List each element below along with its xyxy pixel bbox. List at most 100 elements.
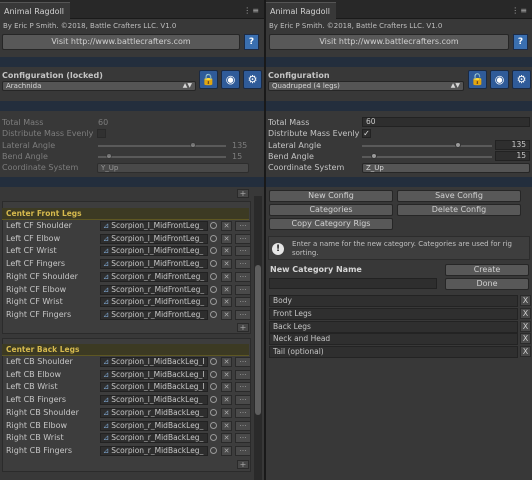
save-config-button[interactable]: Save Config [397, 190, 521, 202]
total-mass-field[interactable]: 60 [362, 117, 530, 127]
remove-category-button[interactable]: X [520, 346, 531, 358]
clear-bone-button[interactable]: ✕ [221, 433, 232, 444]
more-options-button[interactable]: … [235, 284, 251, 295]
bone-object-field[interactable]: ⊿ Scorpion_l_MidFrontLeg_ [100, 246, 208, 257]
more-options-button[interactable]: … [235, 246, 251, 257]
target-icon[interactable] [210, 222, 217, 229]
more-options-button[interactable]: … [235, 357, 251, 367]
target-icon[interactable] [210, 408, 217, 416]
remove-category-button[interactable]: X [520, 333, 531, 345]
configuration-dropdown[interactable]: Arachnida ▲▼ [2, 81, 196, 91]
clear-bone-button[interactable]: ✕ [221, 369, 232, 380]
bone-object-field[interactable]: ⊿ Scorpion_l_MidBackLeg_ [100, 395, 208, 406]
bone-object-field[interactable]: ⊿ Scorpion_r_MidFrontLeg_ [100, 297, 208, 308]
clear-bone-button[interactable]: ✕ [221, 246, 232, 257]
target-icon[interactable] [210, 383, 217, 391]
scrollbar-thumb[interactable] [255, 265, 261, 415]
more-options-button[interactable]: … [235, 221, 251, 231]
new-config-button[interactable]: New Config [269, 190, 393, 202]
add-group-button[interactable]: + [237, 189, 249, 198]
visit-website-button[interactable]: Visit http://www.battlecrafters.com [269, 34, 509, 50]
more-options-button[interactable]: … [235, 369, 251, 380]
create-button[interactable]: Create [445, 264, 529, 276]
more-options-button[interactable]: … [235, 407, 251, 418]
bone-object-field[interactable]: ⊿ Scorpion_l_MidFrontLeg_ [100, 233, 208, 244]
globe-button[interactable]: ◉ [221, 70, 240, 89]
configuration-dropdown[interactable]: Quadruped (4 legs) ▲▼ [268, 81, 464, 91]
target-icon[interactable] [210, 298, 217, 306]
clear-bone-button[interactable]: ✕ [221, 259, 232, 270]
clear-bone-button[interactable]: ✕ [221, 357, 232, 367]
bone-object-field[interactable]: ⊿ Scorpion_r_MidFrontLeg_ [100, 284, 208, 295]
category-item[interactable]: Back Legs [269, 320, 518, 333]
more-options-button[interactable]: … [235, 259, 251, 270]
target-icon[interactable] [210, 446, 217, 454]
clear-bone-button[interactable]: ✕ [221, 271, 232, 282]
help-button[interactable]: ? [244, 34, 259, 50]
category-item[interactable]: Tail (optional) [269, 346, 518, 359]
bone-object-field[interactable]: ⊿ Scorpion_r_MidFrontLeg_ [100, 271, 208, 282]
more-options-button[interactable]: … [235, 309, 251, 320]
target-icon[interactable] [210, 434, 217, 442]
bone-object-field[interactable]: ⊿ Scorpion_r_MidBackLeg_ [100, 407, 208, 418]
target-icon[interactable] [210, 247, 217, 255]
clear-bone-button[interactable]: ✕ [221, 445, 232, 456]
more-options-button[interactable]: … [235, 382, 251, 393]
target-icon[interactable] [210, 285, 217, 293]
lateral-angle-slider[interactable] [455, 142, 461, 148]
window-tab[interactable]: Animal Ragdoll [266, 2, 337, 19]
clear-bone-button[interactable]: ✕ [221, 284, 232, 295]
new-category-input[interactable] [269, 278, 437, 289]
settings-button[interactable]: ⚙ [512, 70, 531, 89]
distribute-mass-checkbox[interactable] [97, 129, 106, 138]
target-icon[interactable] [210, 310, 217, 318]
target-icon[interactable] [210, 272, 217, 280]
more-options-button[interactable]: … [235, 297, 251, 308]
bone-object-field[interactable]: ⊿ Scorpion_l_MidFrontLeg_ [100, 259, 208, 270]
coordinate-system-dropdown[interactable]: Y_Up [97, 163, 249, 173]
clear-bone-button[interactable]: ✕ [221, 221, 232, 231]
target-icon[interactable] [210, 234, 217, 242]
target-icon[interactable] [210, 260, 217, 268]
bone-object-field[interactable]: ⊿ Scorpion_r_MidBackLeg_ [100, 420, 208, 431]
category-item[interactable]: Body [269, 295, 518, 307]
bone-object-field[interactable]: ⊿ Scorpion_r_MidFrontLeg_ [100, 309, 208, 320]
remove-category-button[interactable]: X [520, 307, 531, 319]
coordinate-system-dropdown[interactable]: Z_Up [362, 163, 530, 173]
more-options-button[interactable]: … [235, 233, 251, 244]
more-options-button[interactable]: … [235, 420, 251, 431]
clear-bone-button[interactable]: ✕ [221, 309, 232, 320]
remove-category-button[interactable]: X [520, 320, 531, 332]
bend-angle-slider[interactable] [106, 153, 112, 159]
target-icon[interactable] [210, 421, 217, 429]
bone-object-field[interactable]: ⊿ Scorpion_l_MidBackLeg_I [100, 369, 208, 380]
done-button[interactable]: Done [445, 278, 529, 290]
bone-object-field[interactable]: ⊿ Scorpion_l_MidFrontLeg_ [100, 221, 208, 231]
more-options-button[interactable]: … [235, 445, 251, 456]
target-icon[interactable] [210, 396, 217, 404]
clear-bone-button[interactable]: ✕ [221, 420, 232, 431]
remove-category-button[interactable]: X [520, 295, 531, 306]
target-icon[interactable] [210, 358, 217, 365]
bend-angle-field[interactable]: 15 [495, 151, 530, 161]
lateral-angle-field[interactable]: 135 [495, 140, 530, 150]
lateral-angle-slider[interactable] [190, 142, 196, 148]
add-bone-button[interactable]: + [237, 460, 249, 469]
window-menu-icon[interactable]: ⋮≡ [243, 6, 260, 15]
distribute-mass-checkbox[interactable]: ✓ [362, 129, 371, 138]
category-item[interactable]: Neck and Head [269, 333, 518, 346]
visit-website-button[interactable]: Visit http://www.battlecrafters.com [2, 34, 240, 50]
categories-button[interactable]: Categories [269, 204, 393, 216]
clear-bone-button[interactable]: ✕ [221, 233, 232, 244]
window-menu-icon[interactable]: ⋮≡ [511, 6, 528, 15]
settings-button[interactable]: ⚙ [243, 70, 262, 89]
bend-angle-slider[interactable] [371, 153, 377, 159]
add-bone-button[interactable]: + [237, 323, 249, 332]
target-icon[interactable] [210, 370, 217, 378]
copy-category-rigs-button[interactable]: Copy Category Rigs [269, 218, 393, 230]
more-options-button[interactable]: … [235, 395, 251, 406]
window-tab[interactable]: Animal Ragdoll [0, 2, 71, 19]
bone-object-field[interactable]: ⊿ Scorpion_r_MidBackLeg_ [100, 445, 208, 456]
category-item[interactable]: Front Legs [269, 307, 518, 320]
help-button[interactable]: ? [513, 34, 528, 50]
